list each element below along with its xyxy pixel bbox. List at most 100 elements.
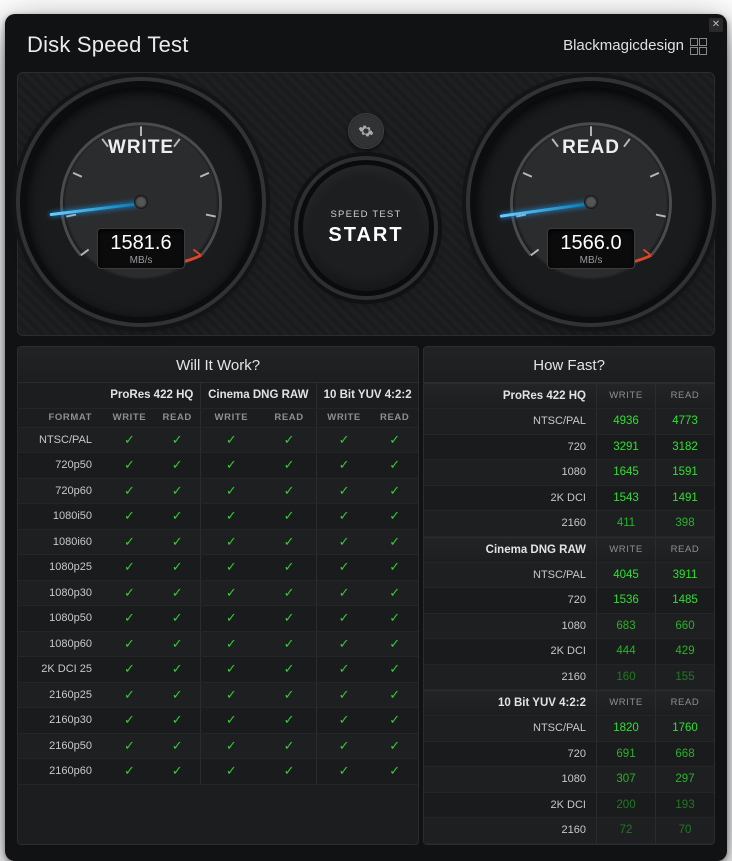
check-icon: ✓ [104,759,155,785]
check-icon: ✓ [262,555,316,581]
check-icon: ✓ [316,657,371,683]
hf-read-value: 4773 [655,409,714,435]
table-row: 2160p60✓✓✓✓✓✓ [18,759,418,785]
hf-read-value: 297 [655,767,714,793]
check-icon: ✓ [262,657,316,683]
write-value: 1581.6 [98,233,184,253]
hf-read-value: 3911 [655,563,714,589]
check-icon: ✓ [104,580,155,606]
check-icon: ✓ [262,504,316,530]
check-icon: ✓ [316,555,371,581]
hf-format-label: 720 [424,435,596,461]
hf-format-label: NTSC/PAL [424,409,596,435]
hf-read-value: 668 [655,742,714,768]
check-icon: ✓ [104,529,155,555]
table-row: 2160p50✓✓✓✓✓✓ [18,733,418,759]
hf-sub-write: WRITE [596,384,655,408]
check-icon: ✓ [104,708,155,734]
table-row: 21607270 [424,818,714,844]
hf-write-value: 72 [596,818,655,844]
wiw-format-label: 1080p50 [18,606,104,632]
table-row: 1080p25✓✓✓✓✓✓ [18,555,418,581]
hf-write-value: 4936 [596,409,655,435]
table-row: 1080i60✓✓✓✓✓✓ [18,529,418,555]
hf-format-label: 720 [424,588,596,614]
hf-format-label: 1080 [424,767,596,793]
hf-write-value: 691 [596,742,655,768]
check-icon: ✓ [200,555,262,581]
hf-read-value: 1760 [655,716,714,742]
wiw-format-label: 720p60 [18,478,104,504]
check-icon: ✓ [155,427,200,453]
start-button[interactable]: SPEED TEST START [303,165,429,291]
check-icon: ✓ [104,453,155,479]
hf-title: How Fast? [424,347,714,383]
check-icon: ✓ [262,759,316,785]
wiw-sub-write: WRITE [200,408,262,427]
hf-format-label: 2160 [424,818,596,844]
check-icon: ✓ [371,657,418,683]
check-icon: ✓ [262,631,316,657]
check-icon: ✓ [104,606,155,632]
wiw-sub-read: READ [371,408,418,427]
check-icon: ✓ [371,529,418,555]
hf-section-header: 10 Bit YUV 4:2:2WRITEREAD [424,690,714,716]
hf-section: 10 Bit YUV 4:2:2WRITEREADNTSC/PAL1820176… [424,690,714,844]
check-icon: ✓ [104,427,155,453]
check-icon: ✓ [262,606,316,632]
check-icon: ✓ [316,682,371,708]
check-icon: ✓ [371,759,418,785]
check-icon: ✓ [155,759,200,785]
table-row: NTSC/PAL18201760 [424,716,714,742]
hf-format-label: 1080 [424,614,596,640]
check-icon: ✓ [200,606,262,632]
center-controls: SPEED TEST START [303,113,429,291]
wiw-format-label: 2K DCI 25 [18,657,104,683]
check-icon: ✓ [262,580,316,606]
wiw-format-label: 1080p60 [18,631,104,657]
close-icon[interactable]: ✕ [709,18,723,32]
check-icon: ✓ [371,580,418,606]
hf-read-value: 193 [655,793,714,819]
hf-format-label: NTSC/PAL [424,563,596,589]
settings-button[interactable] [348,113,384,149]
check-icon: ✓ [155,529,200,555]
read-gauge-label: READ [476,137,706,159]
check-icon: ✓ [200,682,262,708]
check-icon: ✓ [200,453,262,479]
check-icon: ✓ [262,733,316,759]
write-gauge-label: WRITE [26,137,256,159]
wiw-sub-read: READ [262,408,316,427]
check-icon: ✓ [155,631,200,657]
gauge-area: WRITE 1581.6 MB/s SPEED TEST START [17,72,715,336]
check-icon: ✓ [371,555,418,581]
wiw-title: Will It Work? [18,347,418,383]
hf-codec-label: 10 Bit YUV 4:2:2 [424,691,596,715]
hf-write-value: 3291 [596,435,655,461]
check-icon: ✓ [104,657,155,683]
hf-write-value: 683 [596,614,655,640]
check-icon: ✓ [155,580,200,606]
hf-codec-label: ProRes 422 HQ [424,384,596,408]
hf-read-value: 1491 [655,486,714,512]
hf-section-header: ProRes 422 HQWRITEREAD [424,383,714,409]
table-row: NTSC/PAL✓✓✓✓✓✓ [18,427,418,453]
table-row: 2160160155 [424,665,714,691]
brand-dots-icon [690,38,705,53]
table-row: 720691668 [424,742,714,768]
hf-format-label: 2160 [424,665,596,691]
hf-write-value: 1645 [596,460,655,486]
hf-format-label: 1080 [424,460,596,486]
check-icon: ✓ [371,427,418,453]
check-icon: ✓ [155,733,200,759]
table-row: 108016451591 [424,460,714,486]
wiw-codec-header: 10 Bit YUV 4:2:2 [316,383,418,408]
hf-format-label: 2K DCI [424,793,596,819]
hf-write-value: 444 [596,639,655,665]
hf-read-value: 155 [655,665,714,691]
table-row: NTSC/PAL49364773 [424,409,714,435]
wiw-codec-header: ProRes 422 HQ [104,383,200,408]
check-icon: ✓ [200,631,262,657]
wiw-format-label: 1080p25 [18,555,104,581]
wiw-format-label: 1080i50 [18,504,104,530]
